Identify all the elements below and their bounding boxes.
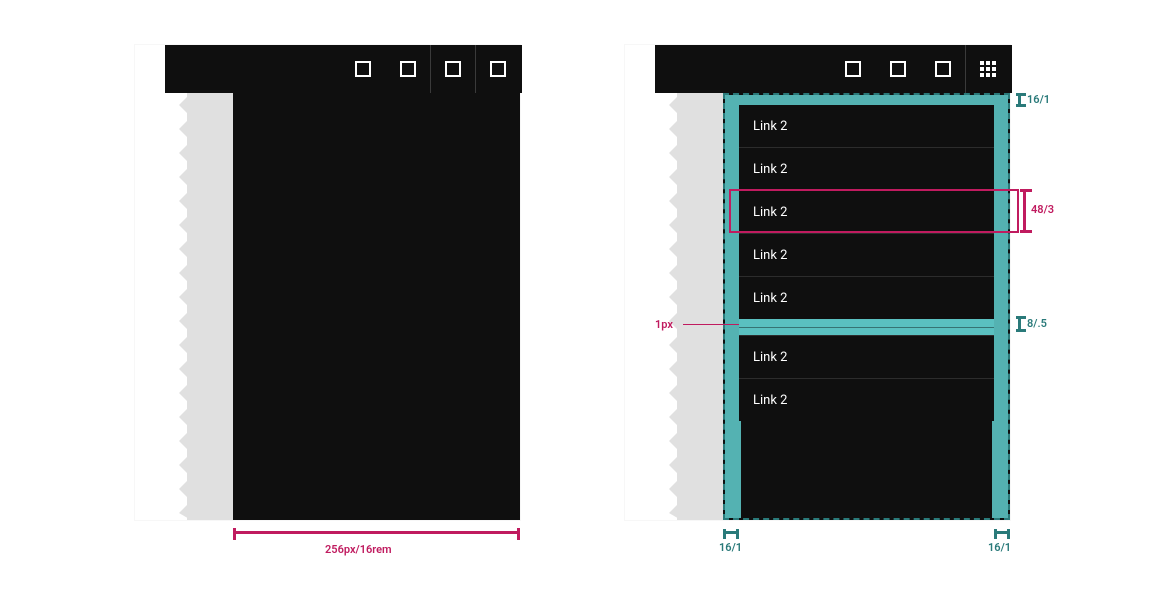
divider-gap-measure bbox=[1018, 316, 1021, 332]
top-gap-measure bbox=[1018, 93, 1021, 107]
right-padding-measure bbox=[994, 531, 1010, 534]
spec-panel-spacing: Link 2 Link 2 Link 2 Link 2 Link 2 Link … bbox=[625, 45, 1010, 550]
square-icon bbox=[935, 61, 951, 77]
width-measure-label: 256px/16rem bbox=[325, 543, 392, 556]
width-measure-bar bbox=[233, 531, 520, 534]
divider-gap-label: 8/.5 bbox=[1027, 317, 1047, 330]
menu-item[interactable]: Link 2 bbox=[739, 378, 994, 421]
topbar-icon-3[interactable] bbox=[430, 45, 475, 93]
square-icon bbox=[400, 61, 416, 77]
divider-leader bbox=[683, 324, 739, 325]
topbar-icon-2[interactable] bbox=[385, 45, 430, 93]
topbar-icon-2[interactable] bbox=[875, 45, 920, 93]
torn-edge bbox=[669, 45, 681, 520]
menu-item-label: Link 2 bbox=[753, 248, 787, 263]
dropdown-sheet bbox=[233, 93, 520, 520]
dropdown-menu: Link 2 Link 2 Link 2 Link 2 Link 2 Link … bbox=[739, 105, 994, 421]
left-padding-label: 16/1 bbox=[719, 541, 742, 554]
top-gap-label: 16/1 bbox=[1027, 93, 1050, 106]
menu-item[interactable]: Link 2 bbox=[739, 335, 994, 378]
topbar bbox=[655, 45, 1012, 93]
menu-item-label: Link 2 bbox=[753, 393, 787, 408]
menu-item-label: Link 2 bbox=[753, 119, 787, 134]
menu-item[interactable]: Link 2 bbox=[739, 190, 994, 233]
topbar-icon-1[interactable] bbox=[340, 45, 385, 93]
menu-item-label: Link 2 bbox=[753, 291, 787, 306]
menu-item[interactable]: Link 2 bbox=[739, 276, 994, 319]
menu-item-label: Link 2 bbox=[753, 205, 787, 220]
topbar-icon-1[interactable] bbox=[830, 45, 875, 93]
square-icon bbox=[355, 61, 371, 77]
square-icon bbox=[490, 61, 506, 77]
row-height-label: 48/3 bbox=[1031, 203, 1054, 216]
menu-item-label: Link 2 bbox=[753, 162, 787, 177]
torn-edge bbox=[179, 45, 191, 520]
menu-divider bbox=[739, 319, 994, 335]
menu-item[interactable]: Link 2 bbox=[739, 147, 994, 190]
square-icon bbox=[845, 61, 861, 77]
menu-item-label: Link 2 bbox=[753, 350, 787, 365]
left-padding-measure bbox=[723, 531, 739, 534]
menu-item[interactable]: Link 2 bbox=[739, 105, 994, 147]
square-icon bbox=[445, 61, 461, 77]
right-padding-label: 16/1 bbox=[988, 541, 1011, 554]
topbar-menu-trigger[interactable] bbox=[965, 45, 1010, 93]
menu-item[interactable]: Link 2 bbox=[739, 233, 994, 276]
spec-panel-width: 256px/16rem bbox=[135, 45, 520, 550]
divider-rule-label: 1px bbox=[655, 318, 673, 331]
topbar-icon-3[interactable] bbox=[920, 45, 965, 93]
grid-icon bbox=[980, 61, 996, 77]
square-icon bbox=[890, 61, 906, 77]
row-height-measure bbox=[1023, 189, 1026, 233]
topbar-icon-4[interactable] bbox=[475, 45, 520, 93]
topbar bbox=[165, 45, 522, 93]
